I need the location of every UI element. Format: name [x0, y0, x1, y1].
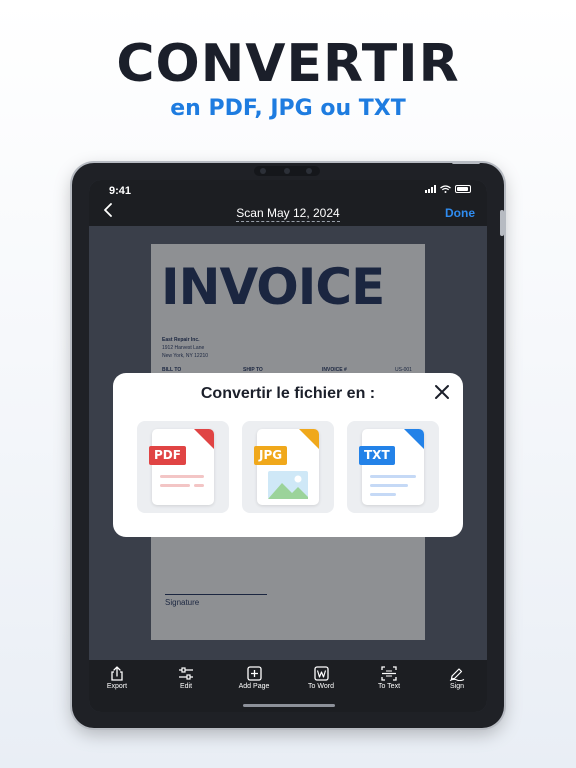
status-icons — [425, 185, 471, 193]
sign-button[interactable]: Sign — [432, 666, 482, 690]
signature-line — [165, 594, 267, 595]
text-scan-icon — [381, 666, 397, 681]
image-icon — [268, 471, 308, 499]
invoice-title: INVOICE — [161, 258, 385, 316]
sign-label: Sign — [449, 683, 464, 690]
add-page-label: Add Page — [238, 683, 270, 690]
file-line — [194, 484, 204, 487]
tablet-screen: 9:41 Scan May 12, 2024 Done INVOICE East… — [89, 180, 487, 712]
promo-subheadline: en PDF, JPG ou TXT — [170, 96, 406, 121]
volume-button — [500, 210, 504, 236]
done-button[interactable]: Done — [445, 206, 475, 220]
file-line — [370, 493, 396, 496]
format-option-jpg[interactable]: JPG — [242, 421, 334, 513]
status-time: 9:41 — [109, 185, 132, 197]
sliders-icon — [179, 667, 193, 680]
home-indicator[interactable] — [243, 704, 335, 707]
word-icon — [313, 666, 329, 681]
signal-icon — [425, 185, 436, 193]
to-text-label: To Text — [377, 683, 401, 690]
add-page-button[interactable]: Add Page — [229, 666, 279, 690]
to-word-label: To Word — [308, 683, 334, 690]
camera-dot — [306, 168, 312, 174]
file-line — [370, 475, 416, 478]
company-address-line-1: 1912 Harvest Lane — [162, 345, 205, 351]
company-address-line-2: New York, NY 12210 — [162, 353, 209, 359]
format-option-pdf[interactable]: PDF — [137, 421, 229, 513]
to-word-button[interactable]: To Word — [296, 666, 346, 690]
camera-bar — [254, 166, 320, 176]
close-button[interactable] — [433, 383, 451, 401]
promo-headline: CONVERTIR — [116, 34, 460, 94]
file-line — [370, 484, 408, 487]
signature-label: Signature — [165, 598, 200, 607]
format-label-jpg: JPG — [254, 446, 288, 465]
camera-dot — [260, 168, 266, 174]
export-button[interactable]: Export — [92, 666, 142, 690]
camera-dot — [284, 168, 290, 174]
to-text-button[interactable]: To Text — [364, 666, 414, 690]
document-title[interactable]: Scan May 12, 2024 — [89, 206, 487, 222]
share-icon — [111, 666, 123, 681]
battery-icon — [455, 185, 471, 193]
document-title-text: Scan May 12, 2024 — [236, 206, 340, 222]
top-button — [452, 161, 480, 164]
file-fold — [404, 429, 424, 449]
edit-label: Edit — [179, 683, 193, 690]
company-name: East Repair Inc. — [162, 337, 200, 343]
plus-square-icon — [246, 666, 262, 681]
format-label-txt: TXT — [359, 446, 395, 465]
edit-button[interactable]: Edit — [161, 666, 211, 690]
format-options: PDF JPG TXT — [137, 421, 439, 513]
pdf-file-icon — [152, 429, 214, 505]
wifi-icon — [440, 185, 451, 193]
bottom-toolbar: Export Edit Add Page To Word To Text Sig… — [89, 660, 487, 712]
file-line — [160, 484, 190, 487]
pen-icon — [449, 668, 465, 681]
file-line — [160, 475, 204, 478]
convert-dialog-title: Convertir le fichier en : — [200, 385, 376, 402]
format-option-txt[interactable]: TXT — [347, 421, 439, 513]
format-label-pdf: PDF — [149, 446, 186, 465]
txt-file-icon — [362, 429, 424, 505]
navigation-bar: 9:41 Scan May 12, 2024 Done — [89, 180, 487, 226]
convert-dialog: Convertir le fichier en : PDF JPG TXT — [113, 373, 463, 537]
file-fold — [299, 429, 319, 449]
close-icon — [435, 385, 449, 399]
file-fold — [194, 429, 214, 449]
jpg-file-icon — [257, 429, 319, 505]
export-label: Export — [106, 683, 128, 690]
company-block: East Repair Inc. 1912 Harvest Lane New Y… — [162, 336, 208, 360]
